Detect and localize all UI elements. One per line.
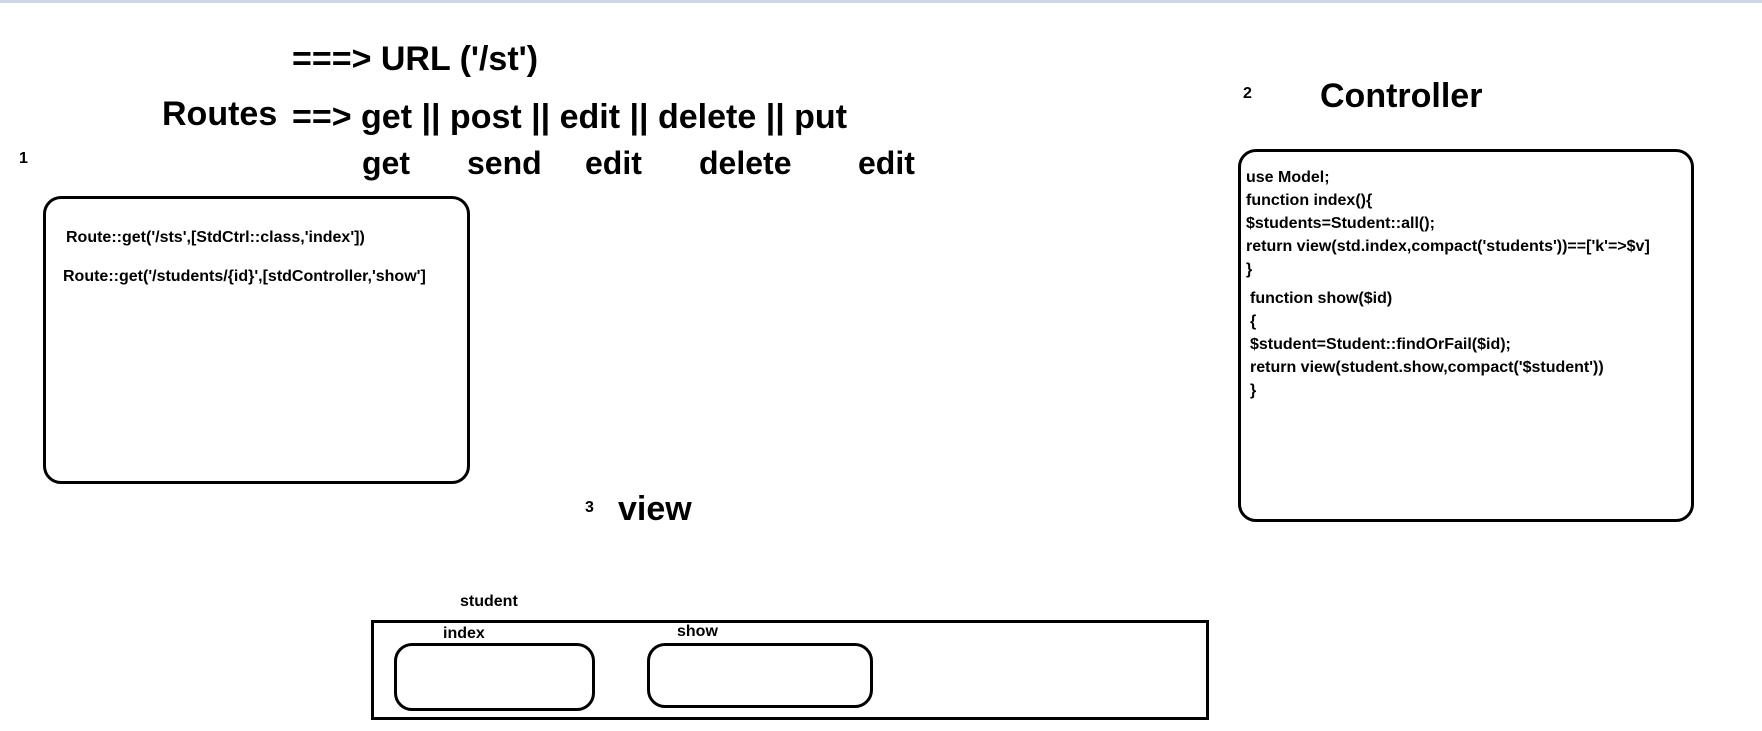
student-folder-label: student	[460, 593, 518, 610]
view-title: view	[618, 490, 692, 528]
index-view-box	[394, 643, 595, 711]
controller-code-line: {	[1250, 313, 1257, 330]
controller-code-line: function show($id)	[1250, 290, 1393, 307]
action-send: send	[467, 145, 542, 181]
route-line-show: Route::get('/students/{id}',[stdControll…	[63, 268, 426, 285]
controller-code-line: function index(){	[1246, 192, 1373, 209]
controller-code-line: return view(std.index,compact('students'…	[1246, 238, 1650, 255]
controller-box: use Model; function index(){ $students=S…	[1238, 149, 1694, 522]
routes-number: 1	[19, 150, 28, 167]
controller-code-line: use Model;	[1246, 169, 1330, 186]
url-line: ===> URL ('/st')	[292, 40, 539, 78]
controller-code-line: $student=Student::findOrFail($id);	[1250, 336, 1511, 353]
action-get: get	[362, 145, 410, 181]
controller-code-line: }	[1250, 382, 1257, 399]
show-view-box	[647, 643, 873, 708]
action-edit: edit	[585, 145, 642, 181]
action-edit-put: edit	[858, 145, 915, 181]
routes-box: Route::get('/sts',[StdCtrl::class,'index…	[43, 196, 470, 484]
controller-number: 2	[1243, 85, 1252, 102]
controller-code-line: return view(student.show,compact('$stude…	[1250, 359, 1604, 376]
show-view-label: show	[677, 623, 718, 640]
methods-line: ==> get || post || edit || delete || put	[292, 98, 848, 136]
controller-code-line: $students=Student::all();	[1246, 215, 1435, 232]
top-border	[0, 0, 1762, 3]
route-line-index: Route::get('/sts',[StdCtrl::class,'index…	[66, 229, 365, 246]
action-delete: delete	[699, 145, 792, 181]
controller-code-line: }	[1246, 261, 1253, 278]
index-view-label: index	[443, 625, 485, 642]
controller-title: Controller	[1320, 77, 1483, 115]
routes-title: Routes	[162, 95, 278, 133]
view-number: 3	[585, 499, 594, 516]
